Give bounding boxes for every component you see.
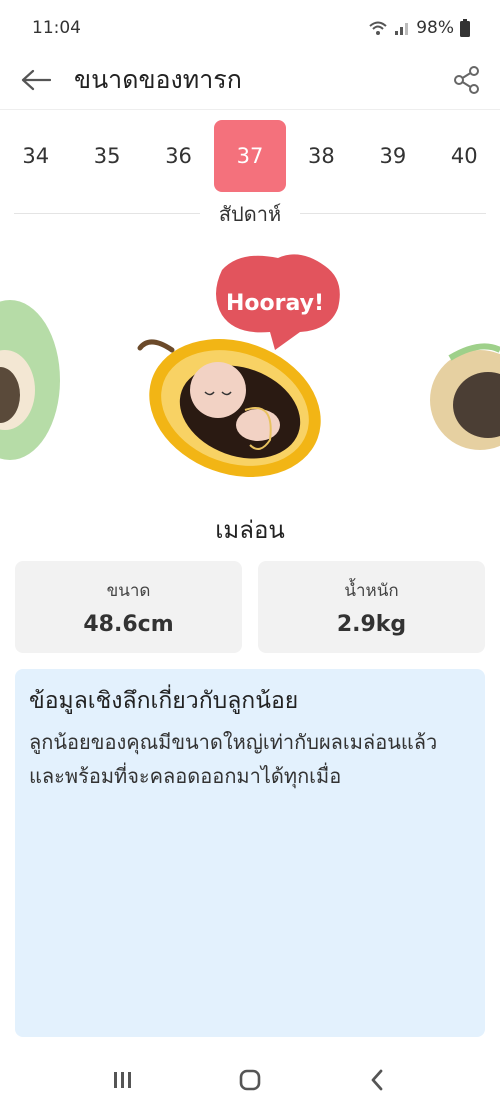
week-36[interactable]: 36 [143,120,214,192]
week-40[interactable]: 40 [429,120,500,192]
size-label: ขนาด [106,581,151,601]
share-icon [454,65,479,94]
status-bar: 11:04 98% [0,0,500,56]
week-selector: 34 35 36 37 38 39 40 [0,120,500,192]
hooray-text: Hooray! [226,291,324,316]
week-unit-label: สัปดาห์ [200,198,300,228]
recent-apps-button[interactable] [103,1060,143,1100]
share-button[interactable] [452,65,482,95]
baby-size-illustration[interactable]: Hooray! [0,240,500,500]
system-nav-bar [0,1048,500,1111]
week-38[interactable]: 38 [286,120,357,192]
wifi-icon [369,21,387,35]
week-34[interactable]: 34 [0,120,71,192]
week-39[interactable]: 39 [357,120,428,192]
app-bar: ขนาดของทารก [0,50,500,110]
baby-insight-card: ข้อมูลเชิงลึกเกี่ยวกับลูกน้อย ลูกน้อยของ… [15,669,485,1037]
size-card: ขนาด 48.6cm [15,561,242,653]
chevron-left-icon [371,1069,383,1090]
melon-image [137,339,321,477]
home-icon [239,1069,261,1090]
arrow-left-icon [21,69,51,90]
recent-apps-icon [114,1071,132,1088]
insight-heading: ข้อมูลเชิงลึกเกี่ยวกับลูกน้อย [29,688,299,714]
signal-icon [395,23,409,35]
week-35[interactable]: 35 [71,120,142,192]
week-37-selected[interactable]: 37 [214,120,286,192]
fruit-name: เมล่อน [215,516,285,544]
status-icons: 98% [368,18,470,38]
hooray-badge: Hooray! [216,254,340,350]
previous-fruit-image[interactable] [0,300,60,460]
weight-card: น้ำหนัก 2.9kg [258,561,485,653]
weight-label: น้ำหนัก [344,581,399,601]
insight-body: ลูกน้อยของคุณมีขนาดใหญ่เท่ากับผลเมล่อนแล… [29,730,438,788]
page-title: ขนาดของทารก [74,64,242,94]
system-back-button[interactable] [357,1060,397,1100]
next-fruit-image[interactable] [430,343,500,450]
home-button[interactable] [230,1060,270,1100]
status-time: 11:04 [32,18,81,38]
size-value: 48.6cm [83,612,174,637]
battery-icon [460,19,470,37]
back-button[interactable] [18,62,54,98]
battery-percent: 98% [416,18,454,38]
weight-value: 2.9kg [336,612,407,637]
